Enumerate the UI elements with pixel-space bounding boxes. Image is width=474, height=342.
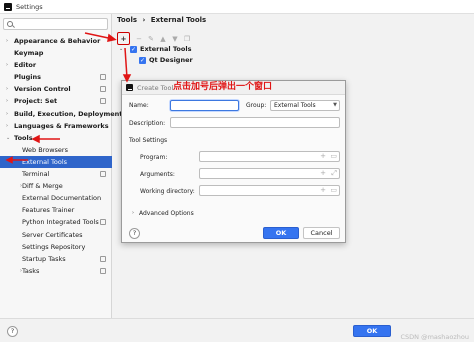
arrow-to-dialog — [124, 47, 128, 79]
arrow-head — [107, 33, 117, 42]
arrow-head — [31, 134, 40, 144]
settings-window: Settings › Appearance & Behavior Keymap › Ed… — [0, 0, 474, 342]
annotation-arrows — [5, 32, 132, 164]
arrow-head — [122, 74, 132, 83]
arrow-head — [5, 156, 13, 164]
